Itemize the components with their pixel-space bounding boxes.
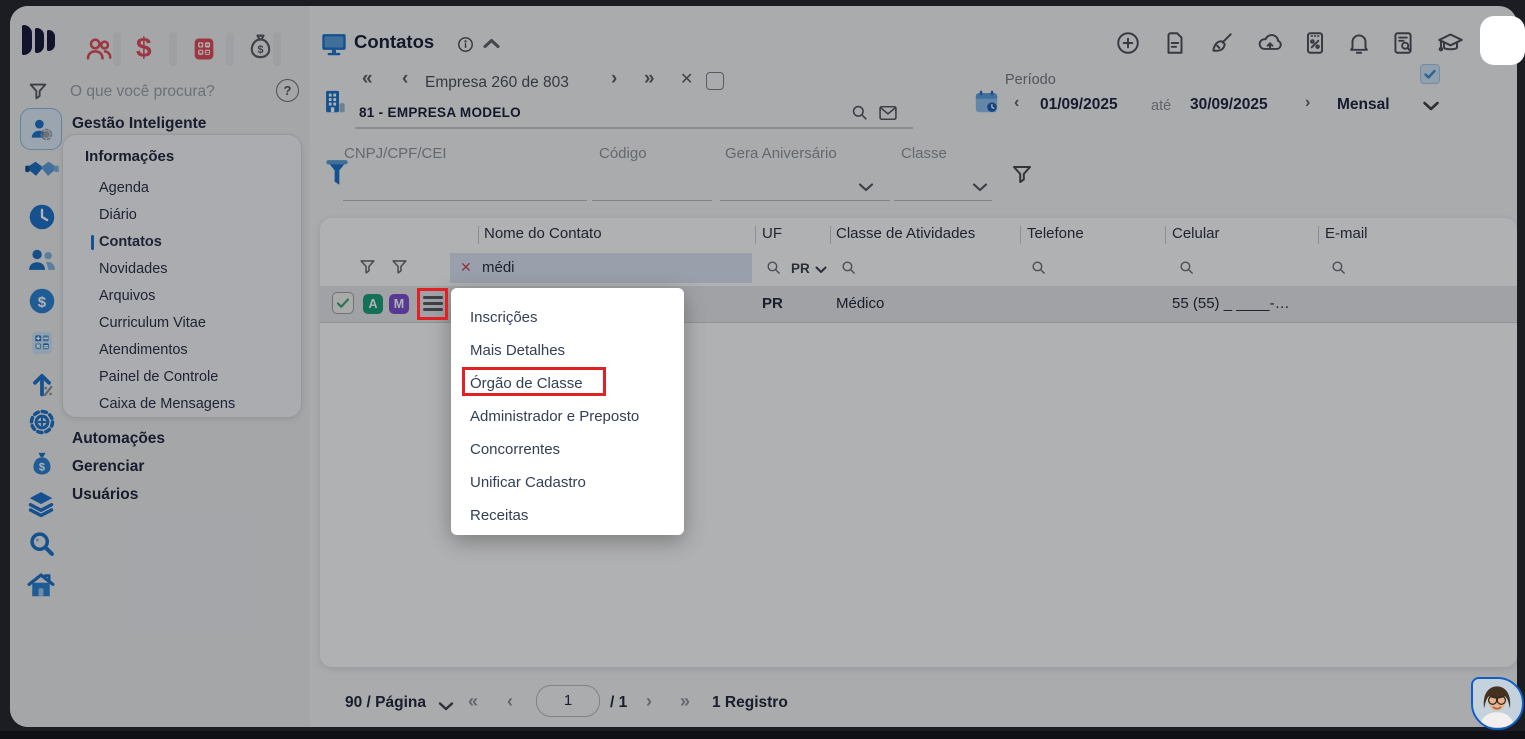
highlight-box-orgao-de-classe xyxy=(462,367,606,396)
row-context-menu: Inscrições Mais Detalhes Órgão de Classe… xyxy=(451,288,684,535)
menu-item-receitas[interactable]: Receitas xyxy=(451,499,684,532)
menu-item-administrador[interactable]: Administrador e Preposto xyxy=(451,400,684,433)
menu-item-mais-detalhes[interactable]: Mais Detalhes xyxy=(451,334,684,367)
menu-item-unificar-cadastro[interactable]: Unificar Cadastro xyxy=(451,466,684,499)
assistant-avatar[interactable] xyxy=(1471,677,1524,730)
dim-overlay xyxy=(0,0,1525,739)
menu-item-inscricoes[interactable]: Inscrições xyxy=(451,301,684,334)
menu-item-concorrentes[interactable]: Concorrentes xyxy=(451,433,684,466)
avatar-illustration xyxy=(1473,679,1521,727)
highlight-box-hamburger xyxy=(417,288,448,320)
user-menu-button[interactable] xyxy=(1480,16,1525,65)
